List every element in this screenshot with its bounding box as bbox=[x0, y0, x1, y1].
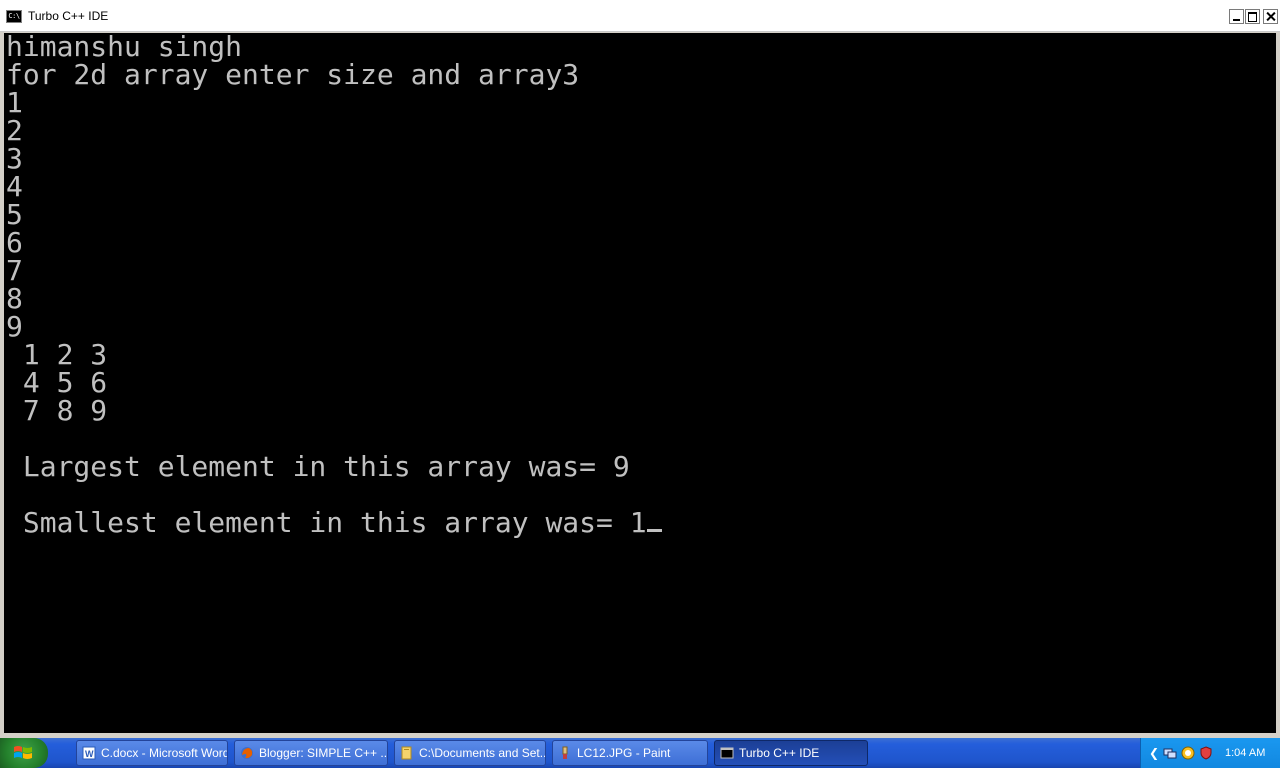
console-output[interactable]: himanshu singh for 2d array enter size a… bbox=[4, 33, 1276, 733]
clock[interactable]: 1:04 AM bbox=[1225, 746, 1265, 760]
taskbar-item-label: Blogger: SIMPLE C++ ... bbox=[259, 746, 388, 760]
taskbar-item-label: LC12.JPG - Paint bbox=[577, 746, 671, 760]
norton-icon[interactable] bbox=[1181, 746, 1195, 760]
console-line: himanshu singh bbox=[6, 33, 243, 63]
svg-text:W: W bbox=[85, 749, 94, 759]
taskbar-item-label: C:\Documents and Set... bbox=[419, 746, 546, 760]
shield-icon[interactable] bbox=[1199, 746, 1213, 760]
taskbar-item-explorer[interactable]: C:\Documents and Set... bbox=[394, 740, 546, 766]
console-icon: C:\ bbox=[6, 10, 22, 23]
console-line: 4 bbox=[6, 170, 23, 203]
taskbar-item-label: Turbo C++ IDE bbox=[739, 746, 820, 760]
console-line: 3 bbox=[6, 142, 23, 175]
taskbar-item-label: C.docx - Microsoft Word bbox=[101, 746, 228, 760]
console-line: 9 bbox=[6, 310, 23, 343]
folder-icon bbox=[401, 746, 412, 760]
taskbar-item-turbo-c[interactable]: Turbo C++ IDE bbox=[714, 740, 868, 766]
console-line-last: Smallest element in this array was= 1 bbox=[6, 509, 662, 537]
title-bar[interactable]: C:\ Turbo C++ IDE bbox=[0, 0, 1280, 32]
console-line: 7 8 9 bbox=[6, 394, 108, 427]
console-icon bbox=[720, 747, 734, 759]
taskbar: W C.docx - Microsoft Word Blogger: SIMPL… bbox=[0, 738, 1280, 768]
console-line: 5 bbox=[6, 198, 23, 231]
network-icon[interactable] bbox=[1163, 746, 1177, 760]
close-button[interactable] bbox=[1263, 9, 1278, 24]
start-button[interactable] bbox=[0, 738, 48, 768]
console-line: 7 bbox=[6, 254, 23, 287]
taskbar-item-paint[interactable]: LC12.JPG - Paint bbox=[552, 740, 708, 766]
console-line: 6 bbox=[6, 226, 23, 259]
app-window: C:\ Turbo C++ IDE himanshu singh for 2d … bbox=[0, 0, 1280, 738]
window-title: Turbo C++ IDE bbox=[28, 9, 109, 23]
word-icon: W bbox=[82, 746, 96, 760]
minimize-button[interactable] bbox=[1229, 9, 1244, 24]
console-line: for 2d array enter size and array3 bbox=[6, 58, 580, 91]
firefox-icon bbox=[241, 747, 253, 759]
paint-icon bbox=[562, 746, 568, 759]
console-line: 8 bbox=[6, 282, 23, 315]
maximize-button[interactable] bbox=[1245, 9, 1260, 24]
console-line: 1 bbox=[6, 86, 23, 119]
system-tray: ❮ 1:04 AM bbox=[1140, 738, 1280, 768]
console-line: 4 5 6 bbox=[6, 366, 108, 399]
chevron-left-icon[interactable]: ❮ bbox=[1149, 746, 1159, 760]
taskbar-item-word[interactable]: W C.docx - Microsoft Word bbox=[76, 740, 228, 766]
console-line: 1 2 3 bbox=[6, 338, 108, 371]
taskbar-item-firefox[interactable]: Blogger: SIMPLE C++ ... bbox=[234, 740, 388, 766]
console-line: 2 bbox=[6, 114, 23, 147]
text-cursor bbox=[646, 529, 662, 532]
windows-logo-icon bbox=[14, 746, 32, 759]
console-line: Largest element in this array was= 9 bbox=[6, 450, 630, 483]
console-line-text: Smallest element in this array was= 1 bbox=[6, 506, 647, 539]
